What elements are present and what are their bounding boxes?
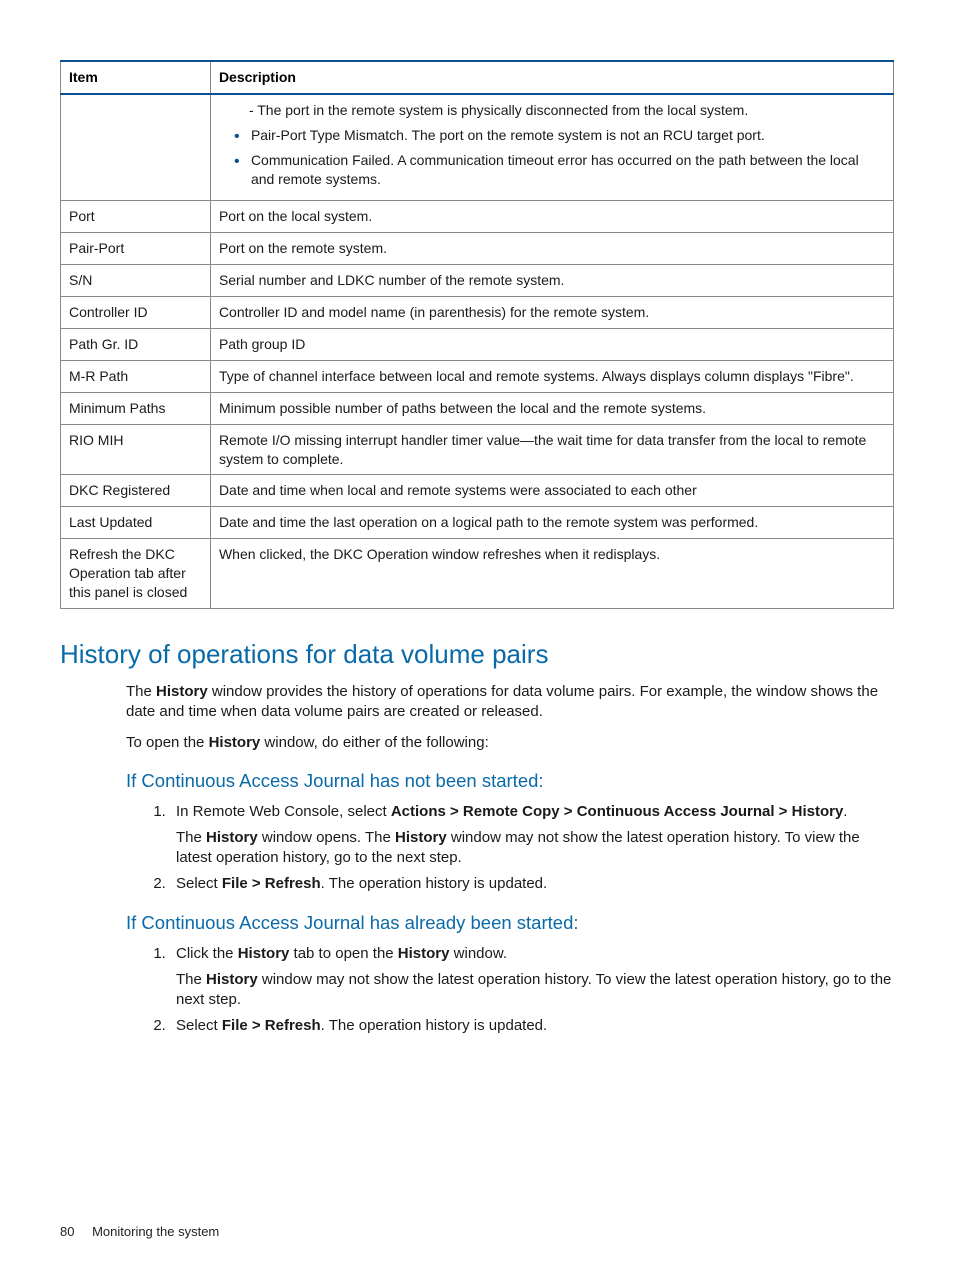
table-row: - The port in the remote system is physi…	[61, 94, 894, 201]
table-row: Last UpdatedDate and time the last opera…	[61, 507, 894, 539]
table-row: RIO MIHRemote I/O missing interrupt hand…	[61, 424, 894, 475]
cell-item: Port	[61, 201, 211, 233]
menu-path-bold: File > Refresh	[222, 875, 321, 892]
intro-paragraph-2: To open the History window, do either of…	[126, 733, 894, 753]
text: window, do either of the following:	[260, 734, 488, 751]
history-bold: History	[395, 829, 447, 846]
footer-title: Monitoring the system	[92, 1224, 219, 1239]
bullet-list: Pair-Port Type Mismatch. The port on the…	[219, 126, 885, 189]
text: window.	[449, 945, 507, 962]
table-row: DKC RegisteredDate and time when local a…	[61, 475, 894, 507]
table-row: PortPort on the local system.	[61, 201, 894, 233]
table-row: Controller IDController ID and model nam…	[61, 297, 894, 329]
item-description-table: Item Description - The port in the remot…	[60, 60, 894, 609]
table-row: Path Gr. IDPath group ID	[61, 329, 894, 361]
history-bold: History	[206, 971, 258, 988]
cell-item: S/N	[61, 265, 211, 297]
table-row: Minimum PathsMinimum possible number of …	[61, 392, 894, 424]
table-header-row: Item Description	[61, 61, 894, 94]
history-bold: History	[238, 945, 290, 962]
text: window opens. The	[258, 829, 395, 846]
intro-paragraph-1: The History window provides the history …	[126, 682, 894, 723]
cell-desc: When clicked, the DKC Operation window r…	[210, 539, 893, 609]
cell-desc: Date and time the last operation on a lo…	[210, 507, 893, 539]
cell-desc: - The port in the remote system is physi…	[210, 94, 893, 201]
cell-item	[61, 94, 211, 201]
bullet-item: Communication Failed. A communication ti…	[237, 151, 885, 189]
cell-desc: Remote I/O missing interrupt handler tim…	[210, 424, 893, 475]
step-item: Click the History tab to open the Histor…	[170, 944, 894, 1011]
history-bold: History	[206, 829, 258, 846]
cell-item: Path Gr. ID	[61, 329, 211, 361]
step-item: Select File > Refresh. The operation his…	[170, 1016, 894, 1036]
text: window provides the history of operation…	[126, 683, 878, 720]
cell-desc: Controller ID and model name (in parenth…	[210, 297, 893, 329]
page-number: 80	[60, 1224, 74, 1239]
text: Select	[176, 1017, 222, 1034]
sub-heading-already-started: If Continuous Access Journal has already…	[126, 911, 894, 936]
sub-heading-not-started: If Continuous Access Journal has not bee…	[126, 769, 894, 794]
menu-path-bold: File > Refresh	[222, 1017, 321, 1034]
cell-item: Last Updated	[61, 507, 211, 539]
text: . The operation history is updated.	[321, 1017, 548, 1034]
steps-list-2: Click the History tab to open the Histor…	[142, 944, 894, 1037]
table-row: M-R PathType of channel interface betwee…	[61, 360, 894, 392]
text: In Remote Web Console, select	[176, 803, 391, 820]
history-bold: History	[209, 734, 261, 751]
history-bold: History	[156, 683, 208, 700]
table-row: Pair-PortPort on the remote system.	[61, 233, 894, 265]
cell-item: RIO MIH	[61, 424, 211, 475]
sub-entry: - The port in the remote system is physi…	[219, 101, 885, 120]
step-detail: The History window opens. The History wi…	[176, 828, 894, 869]
table-row: Refresh the DKC Operation tab after this…	[61, 539, 894, 609]
cell-item: Controller ID	[61, 297, 211, 329]
text: The	[126, 683, 156, 700]
steps-list-1: In Remote Web Console, select Actions > …	[142, 802, 894, 895]
text: tab to open the	[289, 945, 397, 962]
section-heading: History of operations for data volume pa…	[60, 637, 894, 672]
text: Click the	[176, 945, 238, 962]
cell-desc: Date and time when local and remote syst…	[210, 475, 893, 507]
text: The	[176, 971, 206, 988]
step-detail: The History window may not show the late…	[176, 970, 894, 1011]
step-item: Select File > Refresh. The operation his…	[170, 874, 894, 894]
table-row: S/NSerial number and LDKC number of the …	[61, 265, 894, 297]
page-footer: 80 Monitoring the system	[60, 1223, 219, 1241]
cell-desc: Minimum possible number of paths between…	[210, 392, 893, 424]
step-item: In Remote Web Console, select Actions > …	[170, 802, 894, 869]
col-item-header: Item	[61, 61, 211, 94]
history-bold: History	[398, 945, 450, 962]
cell-item: Minimum Paths	[61, 392, 211, 424]
cell-desc: Type of channel interface between local …	[210, 360, 893, 392]
cell-item: DKC Registered	[61, 475, 211, 507]
cell-item: Refresh the DKC Operation tab after this…	[61, 539, 211, 609]
cell-item: M-R Path	[61, 360, 211, 392]
text: The	[176, 829, 206, 846]
cell-desc: Path group ID	[210, 329, 893, 361]
text: Select	[176, 875, 222, 892]
cell-item: Pair-Port	[61, 233, 211, 265]
cell-desc: Port on the local system.	[210, 201, 893, 233]
text: window may not show the latest operation…	[176, 971, 891, 1008]
text: . The operation history is updated.	[321, 875, 548, 892]
cell-desc: Port on the remote system.	[210, 233, 893, 265]
text: .	[843, 803, 847, 820]
menu-path-bold: Actions > Remote Copy > Continuous Acces…	[391, 803, 843, 820]
bullet-item: Pair-Port Type Mismatch. The port on the…	[237, 126, 885, 145]
cell-desc: Serial number and LDKC number of the rem…	[210, 265, 893, 297]
col-desc-header: Description	[210, 61, 893, 94]
text: To open the	[126, 734, 209, 751]
